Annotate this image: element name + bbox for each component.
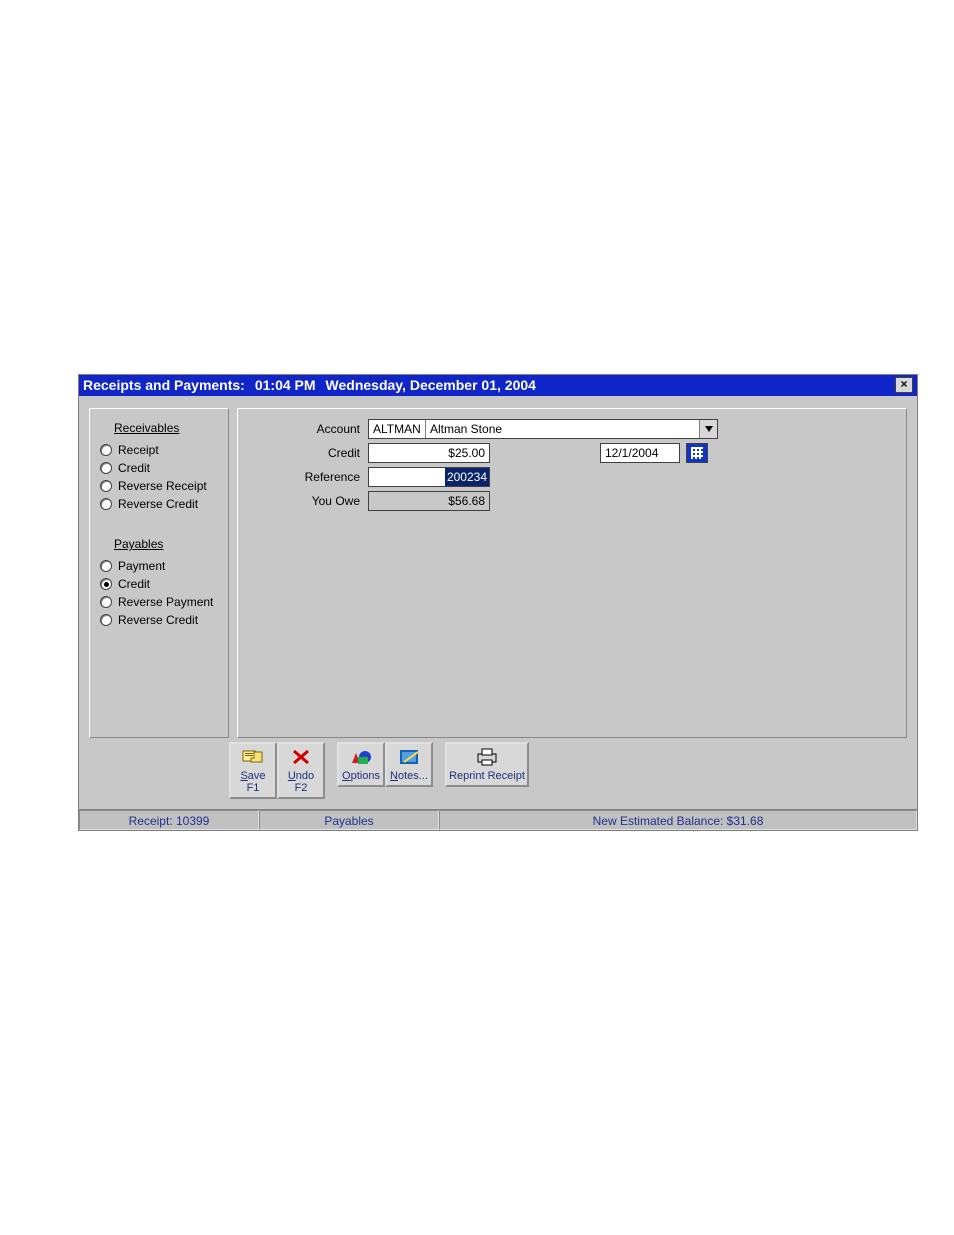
radio-receivables-reverse-credit[interactable]: Reverse Credit [100,497,222,511]
notes-button[interactable]: Notes... [385,742,433,787]
reprint-label: Reprint Receipt [449,770,525,782]
titlebar-time: 01:04 PM [255,377,316,393]
radio-icon [100,462,112,474]
receivables-heading: Receivables [114,421,222,435]
radio-label: Reverse Credit [118,497,198,511]
radio-label: Credit [118,461,150,475]
you-owe-display: $56.68 [368,491,490,511]
calendar-icon [691,447,703,459]
radio-label: Credit [118,577,150,591]
radio-icon [100,596,112,608]
radio-payables-reverse-payment[interactable]: Reverse Payment [100,595,222,609]
radio-payables-reverse-credit[interactable]: Reverse Credit [100,613,222,627]
titlebar: Receipts and Payments: 01:04 PM Wednesda… [79,375,917,396]
save-button[interactable]: SSave F1ave F1 [229,742,277,799]
options-icon [341,746,381,768]
client-area: Receivables Receipt Credit Reverse Recei… [79,396,917,809]
account-combo[interactable]: ALTMAN Altman Stone [368,419,718,439]
radio-icon [100,560,112,572]
notes-icon [389,746,429,768]
options-button[interactable]: Options [337,742,385,787]
radio-receivables-credit[interactable]: Credit [100,461,222,475]
save-icon [233,746,273,768]
radio-label: Reverse Payment [118,595,213,609]
account-label: Account [248,422,368,436]
dropdown-button[interactable] [699,420,717,438]
radio-label: Receipt [118,443,159,457]
calendar-button[interactable] [686,443,708,463]
account-name: Altman Stone [426,420,699,438]
radio-label: Reverse Receipt [118,479,207,493]
undo-icon [281,746,321,768]
transaction-type-panel: Receivables Receipt Credit Reverse Recei… [89,408,229,738]
radio-payables-payment[interactable]: Payment [100,559,222,573]
radio-receivables-receipt[interactable]: Receipt [100,443,222,457]
printer-icon [449,746,525,768]
close-button[interactable]: × [895,377,913,393]
form-panel: Account ALTMAN Altman Stone Credit $25.0… [237,408,907,738]
status-receipt: Receipt: 10399 [79,810,259,830]
radio-icon [100,498,112,510]
chevron-down-icon [705,426,713,432]
payables-heading: Payables [114,537,222,551]
account-code: ALTMAN [369,420,425,438]
receipts-payments-window: Receipts and Payments: 01:04 PM Wednesda… [78,374,918,831]
reprint-receipt-button[interactable]: Reprint Receipt [445,742,529,787]
radio-receivables-reverse-receipt[interactable]: Reverse Receipt [100,479,222,493]
radio-label: Payment [118,559,165,573]
reference-input[interactable]: 200234 [368,467,490,487]
radio-payables-credit[interactable]: Credit [100,577,222,591]
radio-icon [100,578,112,590]
close-icon: × [900,377,907,391]
credit-amount-input[interactable]: $25.00 [368,443,490,463]
toolbar: SSave F1ave F1 Undo F2 [89,738,907,803]
titlebar-date: Wednesday, December 01, 2004 [326,377,536,393]
status-mode: Payables [259,810,439,830]
you-owe-label: You Owe [248,494,368,508]
radio-label: Reverse Credit [118,613,198,627]
undo-button[interactable]: Undo F2 [277,742,325,799]
radio-icon [100,614,112,626]
credit-label: Credit [248,446,368,460]
reference-value: 200234 [445,468,489,486]
reference-label: Reference [248,470,368,484]
titlebar-app: Receipts and Payments: [83,377,245,393]
status-balance: New Estimated Balance: $31.68 [439,810,917,830]
credit-date-input[interactable]: 12/1/2004 [600,443,680,463]
radio-icon [100,444,112,456]
status-bar: Receipt: 10399 Payables New Estimated Ba… [79,809,917,830]
radio-icon [100,480,112,492]
